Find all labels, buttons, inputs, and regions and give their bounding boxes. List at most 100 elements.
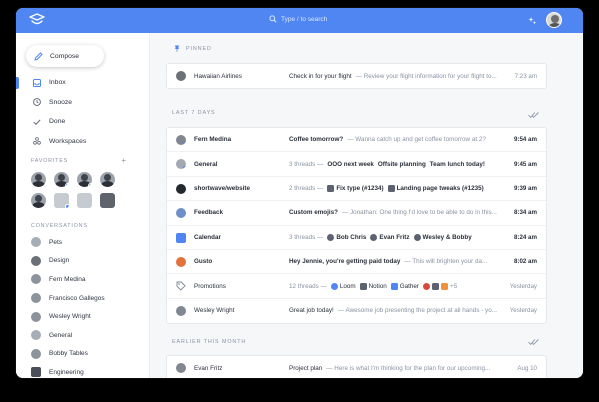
favorite-avatar[interactable] (31, 172, 46, 187)
conversation-item[interactable]: Engineering (31, 363, 149, 378)
add-favorite-button[interactable]: + (121, 156, 126, 165)
app-window: Type / to search Compose Inbox Snooze Do… (16, 8, 583, 378)
chip-label: Gather (399, 282, 420, 290)
thread-sender: General (194, 160, 218, 168)
compose-label: Compose (50, 52, 80, 60)
favorite-avatar[interactable] (31, 193, 46, 208)
conversation-item[interactable]: Fern Medina (31, 270, 149, 289)
pinned-card: Hawaiian Airlines Check in for your flig… (166, 63, 547, 90)
thread-row[interactable]: Wesley Wright Great job today! — Awesome… (167, 299, 546, 323)
pinned-header: PINNED (174, 45, 212, 52)
check-icon (33, 119, 41, 125)
conversation-item[interactable]: General (31, 326, 149, 345)
earlier-card: Evan Fritz Project plan — Here is what I… (166, 355, 547, 378)
thread-chip[interactable]: Offsite planning (378, 161, 426, 168)
avatar (327, 233, 335, 241)
sidebar-item-label: Snooze (49, 98, 73, 106)
thread-subject: Great job today! (289, 307, 334, 315)
avatar (176, 305, 186, 316)
thread-time: 9:39 am (513, 184, 537, 192)
thread-chip[interactable]: OOO next week (327, 161, 374, 168)
thread-chip[interactable]: Loom (330, 282, 356, 290)
sparkle-icon[interactable] (528, 16, 537, 25)
conversation-item[interactable]: Wesley Wright (31, 307, 149, 326)
thread-chip[interactable]: Team lunch today! (430, 161, 485, 168)
thread-time: 8:34 am (513, 209, 537, 217)
user-avatar[interactable] (546, 12, 562, 28)
thread-content: 3 threads — Bob Chris Evan Fritz Wesley … (289, 233, 508, 241)
chip-label: Evan Fritz (379, 233, 410, 241)
favorite-group-icon[interactable] (54, 193, 69, 208)
favorite-avatar[interactable] (100, 172, 115, 187)
thread-chip[interactable]: Notion (359, 282, 387, 290)
more-senders[interactable]: +5 (423, 282, 457, 290)
thread-row[interactable]: Fern Medina Coffee tomorrow? — Wanna cat… (167, 128, 546, 153)
thread-chip[interactable]: Evan Fritz (370, 233, 410, 241)
sidebar-item-workspaces[interactable]: Workspaces (16, 132, 149, 152)
conversation-item[interactable]: Pets (31, 233, 149, 252)
chip-label: Wesley & Bobby (422, 233, 472, 241)
thread-row[interactable]: Calendar 3 threads — Bob Chris Evan Frit… (167, 226, 546, 250)
conversation-item[interactable]: Design (31, 252, 149, 271)
favorite-group-icon[interactable] (100, 193, 115, 208)
search-placeholder: Type / to search (281, 15, 328, 23)
merge-icon (327, 184, 335, 192)
engineering-icon (31, 367, 41, 378)
thread-chip[interactable]: Landing page tweaks (#1235) (387, 184, 484, 192)
sidebar-item-done[interactable]: Done (16, 112, 149, 132)
search-bar[interactable]: Type / to search (269, 15, 327, 23)
thread-row[interactable]: Evan Fritz Project plan — Here is what I… (167, 356, 546, 378)
mark-all-done-icon[interactable] (528, 338, 539, 346)
sender-icon (432, 282, 440, 290)
thread-row[interactable]: shortwave/website 2 threads — Fix type (… (167, 177, 546, 202)
design-icon (31, 255, 41, 266)
thread-sender: Promotions (194, 282, 226, 290)
thread-row[interactable]: Feedback Custom emojis? — Jonathan: One … (167, 201, 546, 226)
workspaces-icon (33, 137, 41, 145)
favorite-avatar[interactable] (77, 172, 92, 187)
thread-count: 3 threads — (289, 233, 324, 241)
thread-row[interactable]: General 3 threads — OOO next week Offsit… (167, 152, 546, 177)
top-bar: Type / to search (16, 8, 583, 33)
compose-button[interactable]: Compose (26, 45, 104, 67)
thread-chip[interactable]: Wesley & Bobby (413, 233, 472, 241)
tag-icon (176, 281, 186, 291)
thread-time: Yesterday (509, 307, 537, 315)
thread-subject: Project plan (289, 364, 323, 372)
conversation-list: Pets Design Fern Medina Francisco Galleg… (31, 233, 149, 378)
conversation-label: General (49, 331, 73, 339)
favorite-avatar[interactable] (54, 172, 69, 187)
thread-sender: Gusto (194, 258, 213, 266)
thread-subject: Check in for your flight (289, 72, 352, 80)
thread-row[interactable]: Hawaiian Airlines Check in for your flig… (167, 64, 546, 88)
thread-content: 3 threads — OOO next week Offsite planni… (289, 161, 508, 168)
thread-preview: — Awesome job presenting the project at … (337, 307, 497, 315)
thread-count: 3 threads — (289, 160, 324, 168)
thread-subject: Coffee tomorrow? (289, 136, 344, 144)
sidebar-item-label: Workspaces (49, 137, 87, 145)
avatar (31, 293, 41, 304)
favorite-group-icon[interactable] (77, 193, 92, 208)
conversation-item[interactable]: Francisco Gallegos (31, 289, 149, 308)
sender-icon (423, 282, 431, 290)
thread-sender: Evan Fritz (194, 364, 223, 372)
thread-preview: — Here is what I'm thinking for the plan… (326, 364, 491, 372)
sidebar-item-snooze[interactable]: Snooze (16, 93, 149, 113)
clock-icon (33, 98, 41, 107)
thread-subject: Hey Jennie, you're getting paid today (289, 258, 401, 266)
thread-content: 12 threads — Loom Notion Gather +5 (289, 282, 508, 290)
thread-chip[interactable]: Bob Chris (327, 233, 366, 241)
shortwave-logo-icon[interactable] (29, 13, 45, 27)
mark-all-done-icon[interactable] (528, 111, 539, 119)
thread-row[interactable]: Gusto Hey Jennie, you're getting paid to… (167, 250, 546, 275)
thread-time: Yesterday (509, 282, 537, 290)
thread-chip[interactable]: Fix type (#1234) (327, 184, 384, 192)
favorites-header: FAVORITES + (31, 156, 126, 165)
thread-sender: Hawaiian Airlines (194, 72, 242, 80)
thread-row[interactable]: Promotions 12 threads — Loom Notion Gath… (167, 274, 546, 299)
thread-chip[interactable]: Gather (390, 282, 420, 290)
thread-content: Project plan — Here is what I'm thinking… (289, 365, 508, 372)
calendar-icon (176, 232, 186, 243)
sidebar-item-inbox[interactable]: Inbox (16, 73, 149, 93)
conversation-item[interactable]: Bobby Tables (31, 345, 149, 364)
